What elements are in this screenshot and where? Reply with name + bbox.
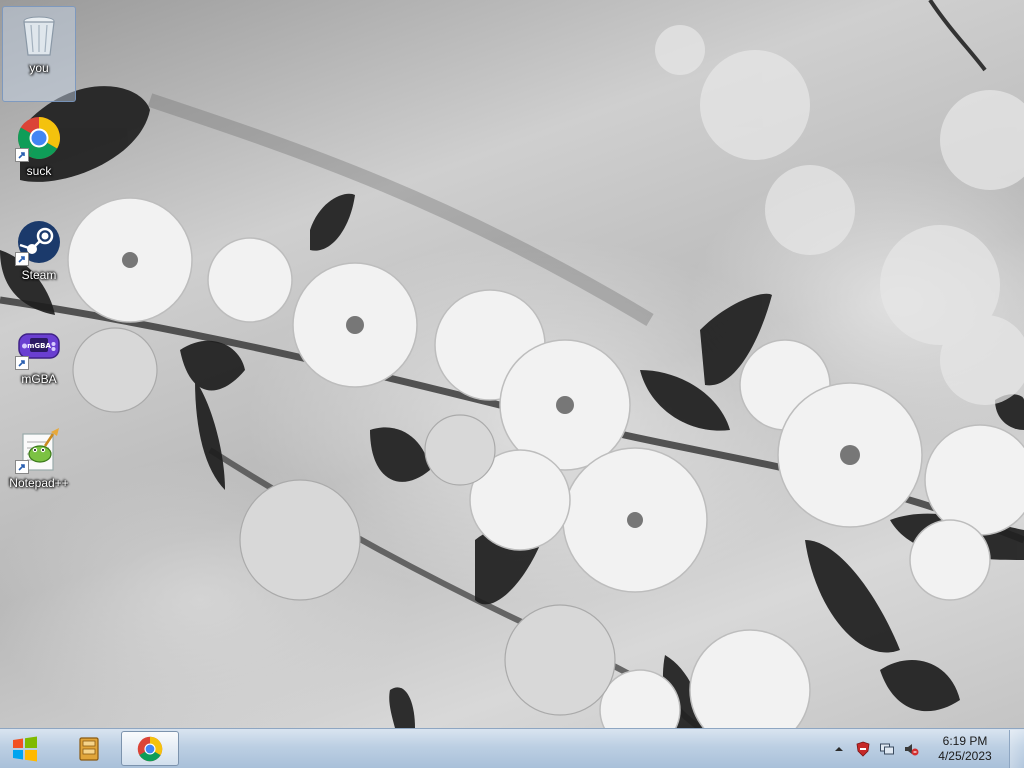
shortcut-arrow-icon [15,356,29,370]
desktop-icon-recycle-bin[interactable]: you [2,6,76,102]
security-shield-icon [856,741,870,757]
desktop-icon-mgba-shortcut[interactable]: mGBA mGBA [2,318,76,414]
desktop-icon-label: Notepad++ [9,476,69,490]
recycle-bin-icon [15,11,63,59]
shortcut-arrow-icon [15,148,29,162]
svg-text:mGBA: mGBA [27,342,51,350]
tray-network-button[interactable] [876,738,898,760]
wallpaper-blossom-image [0,0,1024,728]
notepadpp-icon [15,426,63,474]
desktop-icon-notepadpp-shortcut[interactable]: Notepad++ [2,422,76,518]
taskbar: 6:19 PM 4/25/2023 [0,728,1024,768]
chevron-up-icon [835,746,843,751]
desktop-icon-label: mGBA [21,372,57,386]
desktop-icon-label: suck [26,164,52,178]
system-tray: 6:19 PM 4/25/2023 [827,729,1024,768]
desktop-icon-label: you [29,61,49,75]
chrome-icon [15,114,63,162]
show-hidden-icons-button[interactable] [828,738,850,760]
desktop-icon-chrome-shortcut[interactable]: suck [2,110,76,206]
clock-time: 6:19 PM [942,733,988,748]
shortcut-arrow-icon [15,460,29,474]
taskbar-file-explorer-button[interactable] [60,731,118,766]
chrome-icon [137,736,163,761]
shortcut-arrow-icon [15,252,29,266]
show-desktop-button[interactable] [1009,729,1024,768]
windows-logo-icon [13,736,37,762]
desktop-icon-label: Steam [21,268,57,282]
desktop-wallpaper [0,0,1024,728]
tray-volume-button[interactable] [900,738,922,760]
taskbar-chrome-button[interactable] [121,731,179,766]
mgba-icon: mGBA [15,322,63,370]
steam-icon [15,218,63,266]
volume-muted-icon [905,743,919,755]
start-button[interactable] [4,732,46,766]
desktop-icon-steam-shortcut[interactable]: Steam [2,214,76,310]
network-icon [880,743,894,754]
clock-date: 4/25/2023 [938,748,992,763]
file-explorer-icon [79,736,99,761]
taskbar-clock[interactable]: 6:19 PM 4/25/2023 [927,734,1003,764]
tray-security-button[interactable] [852,738,874,760]
